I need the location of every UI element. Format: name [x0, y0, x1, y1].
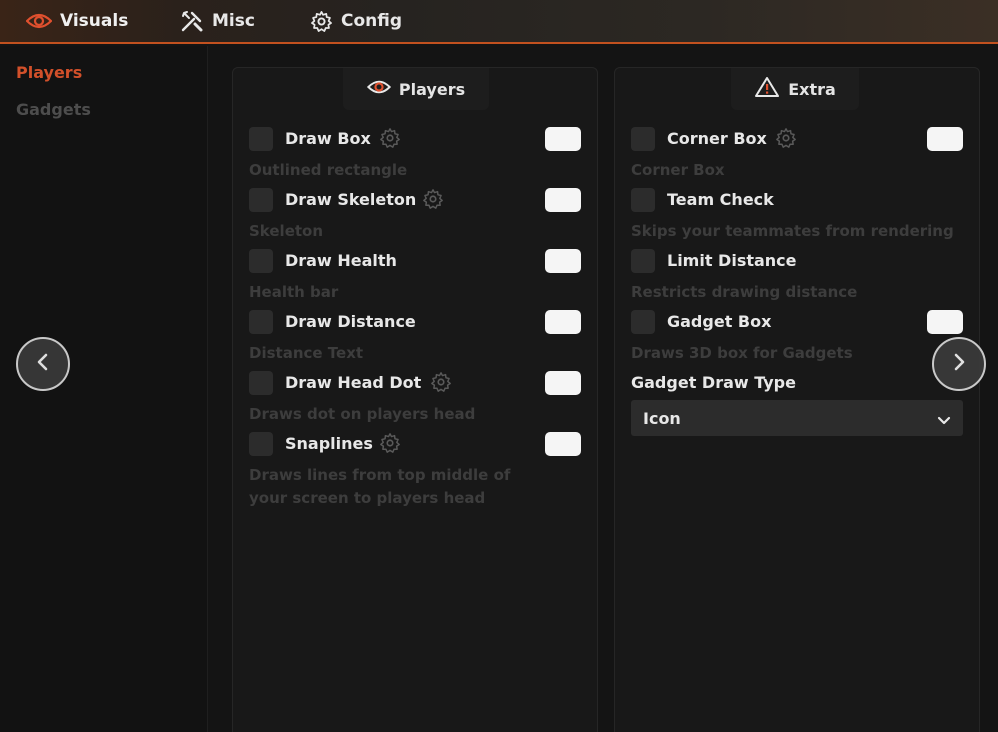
- warning-icon: [754, 76, 780, 102]
- sidebar: Players Gadgets: [0, 46, 208, 732]
- tab-label: Misc: [212, 11, 255, 31]
- draw-health-color-swatch[interactable]: [545, 249, 581, 273]
- draw-head-dot-color-swatch[interactable]: [545, 371, 581, 395]
- gadget-draw-type-dropdown[interactable]: Icon: [631, 400, 963, 436]
- option-label: Draw Distance: [285, 312, 416, 331]
- option-description: your screen to players head: [249, 489, 486, 507]
- settings-gear-icon[interactable]: [379, 127, 401, 149]
- option-description: Outlined rectangle: [249, 161, 408, 179]
- option-label: Team Check: [667, 190, 774, 209]
- top-tab-bar: Visuals Misc Config: [0, 0, 998, 44]
- corner-box-checkbox[interactable]: [631, 127, 655, 151]
- option-snaplines: Snaplines: [233, 432, 597, 460]
- tab-label: Visuals: [60, 11, 129, 31]
- snaplines-color-swatch[interactable]: [545, 432, 581, 456]
- settings-gear-icon[interactable]: [422, 188, 444, 210]
- extra-panel: Extra Corner Box Corner Box Team Check S…: [614, 67, 980, 732]
- gadget-draw-type-label: Gadget Draw Type: [631, 373, 796, 392]
- draw-skeleton-checkbox[interactable]: [249, 188, 273, 212]
- next-arrow-button[interactable]: [932, 337, 986, 391]
- team-check-checkbox[interactable]: [631, 188, 655, 212]
- option-description: Skips your teammates from rendering: [631, 222, 954, 240]
- tab-visuals[interactable]: Visuals: [26, 0, 128, 42]
- option-label: Snaplines: [285, 434, 373, 453]
- draw-box-color-swatch[interactable]: [545, 127, 581, 151]
- option-description: Distance Text: [249, 344, 364, 362]
- players-panel: Players Draw Box Outlined rectangle Draw…: [232, 67, 598, 732]
- panel-title: Extra: [788, 79, 836, 99]
- option-draw-distance: Draw Distance: [233, 310, 597, 338]
- tab-label: Config: [341, 11, 403, 31]
- option-description: Draws dot on players head: [249, 405, 476, 423]
- draw-head-dot-checkbox[interactable]: [249, 371, 273, 395]
- tools-icon: [180, 9, 204, 33]
- draw-skeleton-color-swatch[interactable]: [545, 188, 581, 212]
- eye-icon: [26, 12, 52, 30]
- option-corner-box: Corner Box: [615, 127, 979, 155]
- option-label: Gadget Box: [667, 312, 772, 331]
- draw-distance-checkbox[interactable]: [249, 310, 273, 334]
- option-draw-box: Draw Box: [233, 127, 597, 155]
- limit-distance-checkbox[interactable]: [631, 249, 655, 273]
- settings-gear-icon[interactable]: [430, 371, 452, 393]
- option-description: Corner Box: [631, 161, 725, 179]
- extra-panel-header: Extra: [731, 68, 859, 110]
- settings-gear-icon[interactable]: [379, 432, 401, 454]
- tab-misc[interactable]: Misc: [180, 0, 255, 42]
- sidebar-item-gadgets[interactable]: Gadgets: [16, 100, 91, 119]
- option-label: Limit Distance: [667, 251, 797, 270]
- snaplines-checkbox[interactable]: [249, 432, 273, 456]
- option-label: Draw Head Dot: [285, 373, 422, 392]
- settings-gear-icon[interactable]: [775, 127, 797, 149]
- option-label: Draw Box: [285, 129, 371, 148]
- option-label: Draw Skeleton: [285, 190, 417, 209]
- chevron-left-icon: [36, 353, 50, 375]
- option-description: Restricts drawing distance: [631, 283, 858, 301]
- option-gadget-box: Gadget Box: [615, 310, 979, 338]
- chevron-down-icon: [937, 411, 951, 430]
- draw-distance-color-swatch[interactable]: [545, 310, 581, 334]
- option-limit-distance: Limit Distance: [615, 249, 979, 277]
- draw-health-checkbox[interactable]: [249, 249, 273, 273]
- corner-box-color-swatch[interactable]: [927, 127, 963, 151]
- option-description: Draws lines from top middle of: [249, 466, 511, 484]
- tab-config[interactable]: Config: [310, 0, 402, 42]
- option-label: Draw Health: [285, 251, 397, 270]
- option-description: Health bar: [249, 283, 339, 301]
- option-draw-health: Draw Health: [233, 249, 597, 277]
- gadget-box-checkbox[interactable]: [631, 310, 655, 334]
- option-team-check: Team Check: [615, 188, 979, 216]
- option-description: Skeleton: [249, 222, 324, 240]
- chevron-right-icon: [952, 353, 966, 375]
- draw-box-checkbox[interactable]: [249, 127, 273, 151]
- option-draw-skeleton: Draw Skeleton: [233, 188, 597, 216]
- dropdown-value: Icon: [643, 409, 681, 428]
- eye-icon: [366, 79, 391, 99]
- previous-arrow-button[interactable]: [16, 337, 70, 391]
- gadget-box-color-swatch[interactable]: [927, 310, 963, 334]
- panel-title: Players: [398, 79, 466, 99]
- option-draw-head-dot: Draw Head Dot: [233, 371, 597, 399]
- gear-icon: [310, 10, 333, 33]
- option-label: Corner Box: [667, 129, 767, 148]
- option-description: Draws 3D box for Gadgets: [631, 344, 853, 362]
- players-panel-header: Players: [343, 68, 489, 110]
- sidebar-item-players[interactable]: Players: [16, 63, 82, 82]
